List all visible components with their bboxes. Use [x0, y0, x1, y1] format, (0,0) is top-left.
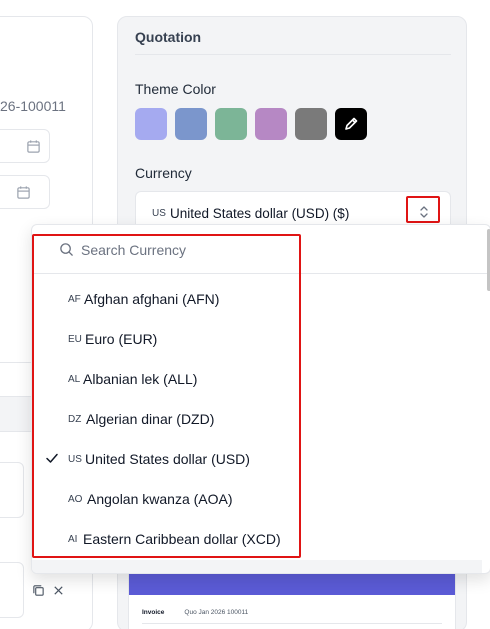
issue-date-field[interactable]	[0, 129, 50, 163]
panel-title: Quotation	[135, 29, 202, 45]
calendar-icon	[27, 140, 40, 153]
highlight-box	[32, 234, 301, 558]
custom-color-button[interactable]	[335, 108, 367, 140]
copy-icon[interactable]	[32, 584, 45, 597]
quote-number: 26-100011	[0, 98, 66, 114]
currency-label: Currency	[135, 165, 192, 181]
divider	[135, 54, 451, 55]
preview-invoice-value: Quo Jan 2026 100011	[184, 609, 249, 616]
preview-invoice-row: Invoice Quo Jan 2026 100011	[142, 609, 248, 616]
item-field[interactable]	[0, 462, 24, 518]
highlight-box	[406, 196, 440, 223]
pencil-icon	[345, 117, 358, 130]
theme-swatch-gray[interactable]	[295, 108, 327, 140]
theme-swatch-sage[interactable]	[215, 108, 247, 140]
theme-color-swatches	[135, 108, 367, 140]
due-date-field[interactable]	[0, 175, 50, 209]
close-icon[interactable]	[52, 584, 65, 597]
divider	[142, 623, 442, 624]
selected-currency: United States dollar (USD) ($)	[170, 206, 350, 221]
theme-color-label: Theme Color	[135, 81, 216, 97]
item-field[interactable]	[0, 562, 24, 618]
preview-invoice-label: Invoice	[142, 609, 165, 616]
currency-option-partial[interactable]	[32, 560, 482, 573]
theme-swatch-periwinkle[interactable]	[135, 108, 167, 140]
theme-swatch-orchid[interactable]	[255, 108, 287, 140]
currency-flag-code: US	[152, 208, 166, 219]
calendar-icon	[17, 186, 30, 199]
theme-swatch-steel-blue[interactable]	[175, 108, 207, 140]
